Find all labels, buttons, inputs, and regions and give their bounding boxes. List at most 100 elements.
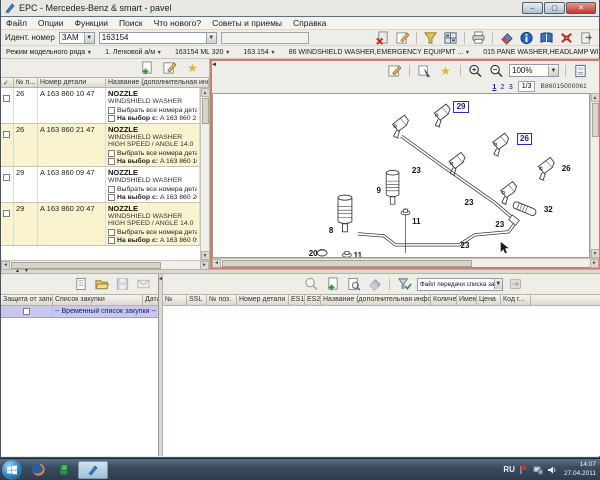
collapse-panel-icon[interactable]: ◄ bbox=[211, 62, 217, 68]
select-all-checkbox[interactable] bbox=[108, 186, 115, 193]
export-icon[interactable] bbox=[578, 30, 595, 45]
diagram-callout-23[interactable]: 23 bbox=[495, 221, 504, 229]
breadcrumb-item-0[interactable]: Режим модельного ряда ▼ bbox=[6, 49, 92, 56]
maximize-button[interactable]: ▢ bbox=[544, 2, 565, 14]
breadcrumb-item-4[interactable]: 86 WINDSHIELD WASHER,EMERGENCY EQUIPMT .… bbox=[289, 49, 471, 56]
taskbar-firefox-icon[interactable] bbox=[26, 461, 50, 479]
menu-item-3[interactable]: Поиск bbox=[119, 18, 143, 28]
diagram-vertical-scrollbar[interactable]: ▲ ▼ bbox=[590, 93, 599, 258]
taskbar-epc-button[interactable] bbox=[78, 461, 108, 479]
breadcrumb-item-2[interactable]: 163154 ML 320 ▼ bbox=[175, 49, 230, 56]
diagram-callout-11[interactable]: 11 bbox=[412, 218, 420, 226]
part-row[interactable]: 29A 163 860 09 47NOZZLEWINDSHIELD WASHER… bbox=[1, 167, 200, 203]
part-select-checkbox[interactable] bbox=[3, 131, 10, 138]
alternative-checkbox[interactable] bbox=[108, 115, 115, 122]
select-all-checkbox[interactable] bbox=[108, 229, 115, 236]
shopping-list-row[interactable]: -- Временный список закупки -- bbox=[1, 306, 158, 318]
new-list-icon[interactable] bbox=[72, 277, 89, 292]
mail-list-icon[interactable] bbox=[135, 277, 152, 292]
scroll-thumb[interactable] bbox=[11, 262, 161, 269]
menu-item-6[interactable]: Справка bbox=[293, 18, 326, 28]
transfer-icon[interactable] bbox=[507, 277, 524, 292]
edit-note-icon[interactable] bbox=[386, 63, 403, 78]
ident-type-select[interactable]: ЗАМ▼ bbox=[59, 32, 95, 44]
diagram-callout-32[interactable]: 32 bbox=[544, 206, 553, 214]
add-item-icon[interactable] bbox=[324, 277, 341, 292]
info-icon[interactable] bbox=[518, 30, 535, 45]
print-icon[interactable] bbox=[470, 30, 487, 45]
select-all-checkbox[interactable] bbox=[108, 150, 115, 157]
scroll-thumb[interactable] bbox=[202, 98, 209, 124]
eraser-icon[interactable] bbox=[498, 30, 515, 45]
menu-item-0[interactable]: Файл bbox=[6, 18, 27, 28]
menu-item-2[interactable]: Функции bbox=[75, 18, 109, 28]
erase-item-icon[interactable] bbox=[366, 277, 383, 292]
breadcrumb-item-3[interactable]: 163.154 ▼ bbox=[243, 49, 275, 56]
diagram-horizontal-scrollbar[interactable]: ◄ ► bbox=[212, 258, 599, 267]
filter-icon[interactable] bbox=[422, 30, 439, 45]
manual-icon[interactable] bbox=[538, 30, 555, 45]
add-part-icon[interactable] bbox=[138, 61, 155, 76]
diagram-callout-8[interactable]: 8 bbox=[329, 227, 333, 235]
part-row[interactable]: 26A 163 860 21 47NOZZLEWINDSHIELD WASHER… bbox=[1, 124, 200, 167]
edit-note-icon[interactable] bbox=[161, 61, 178, 76]
pick-image-icon[interactable] bbox=[416, 63, 433, 78]
diagram-callout-20[interactable]: 20 bbox=[309, 250, 318, 258]
close-button[interactable]: ✕ bbox=[566, 2, 596, 14]
tools-icon[interactable] bbox=[558, 30, 575, 45]
title-bar[interactable]: EPC - Mercedes-Benz & smart - pavel – ▢ … bbox=[1, 0, 599, 17]
start-button[interactable] bbox=[2, 460, 22, 480]
select-all-checkbox[interactable] bbox=[108, 107, 115, 114]
taskbar-clock[interactable]: 14:07 27.04.2011 bbox=[561, 461, 596, 477]
scroll-right-icon[interactable]: ► bbox=[590, 259, 599, 268]
diagram-callout-23[interactable]: 23 bbox=[412, 167, 421, 175]
zoom-level-select[interactable]: 100%▼ bbox=[509, 64, 559, 77]
part-select-checkbox[interactable] bbox=[3, 95, 10, 102]
part-select-checkbox[interactable] bbox=[3, 210, 10, 217]
scroll-down-icon[interactable]: ▼ bbox=[591, 249, 600, 258]
open-list-icon[interactable] bbox=[93, 277, 110, 292]
parts-vertical-scrollbar[interactable]: ▲ ▼ bbox=[200, 88, 209, 260]
page-link-1[interactable]: 1 bbox=[492, 82, 496, 91]
breadcrumb-item-1[interactable]: 1. Легковой а/м ▼ bbox=[105, 49, 162, 56]
alternative-checkbox[interactable] bbox=[108, 237, 115, 244]
parts-horizontal-scrollbar[interactable]: ◄ ► bbox=[1, 260, 209, 269]
menu-item-4[interactable]: Что нового? bbox=[154, 18, 202, 28]
diagram-callout-11[interactable]: 11 bbox=[354, 252, 362, 258]
delete-note-icon[interactable] bbox=[374, 30, 391, 45]
language-indicator[interactable]: RU bbox=[503, 465, 515, 474]
page-link-2[interactable]: 2 bbox=[500, 82, 504, 91]
transfer-file-select[interactable]: Файл передачи списка закупки▼ bbox=[417, 278, 503, 291]
diagram-callout-23[interactable]: 23 bbox=[461, 242, 470, 250]
preview-page-icon[interactable] bbox=[572, 63, 589, 78]
tray-flag-icon[interactable] bbox=[519, 465, 529, 475]
scroll-left-icon[interactable]: ◄ bbox=[212, 259, 221, 268]
diagram-callout-23[interactable]: 23 bbox=[465, 199, 474, 207]
scroll-down-icon[interactable]: ▼ bbox=[201, 251, 210, 260]
part-select-checkbox[interactable] bbox=[3, 174, 10, 181]
parts-grid-icon[interactable] bbox=[442, 30, 459, 45]
taskbar-green-app-icon[interactable] bbox=[52, 461, 76, 479]
breadcrumb-item-5[interactable]: 015 PANE WASHER,HEADLAMP WIPER/WASHER ▼ bbox=[483, 49, 599, 56]
vertical-splitter[interactable]: ◄ bbox=[159, 274, 163, 456]
scroll-thumb[interactable] bbox=[222, 260, 472, 267]
tray-volume-icon[interactable] bbox=[547, 465, 557, 475]
alternative-checkbox[interactable] bbox=[108, 194, 115, 201]
edit-note-icon[interactable] bbox=[394, 30, 411, 45]
transfer-filter-icon[interactable] bbox=[396, 277, 413, 292]
scroll-up-icon[interactable]: ▲ bbox=[591, 93, 600, 102]
parts-diagram[interactable]: 29 26 26 23 23 9 11 8 20 11 23 23 32 bbox=[212, 93, 590, 258]
diagram-callout-29[interactable]: 29 bbox=[453, 101, 469, 113]
diagram-callout-26[interactable]: 26 bbox=[517, 133, 533, 145]
save-list-icon[interactable] bbox=[114, 277, 131, 292]
diagram-callout-9[interactable]: 9 bbox=[376, 187, 380, 195]
search-icon[interactable] bbox=[303, 277, 320, 292]
zoom-in-icon[interactable] bbox=[467, 63, 484, 78]
part-row[interactable]: 26A 163 860 10 47NOZZLEWINDSHIELD WASHER… bbox=[1, 88, 200, 124]
zoom-out-icon[interactable] bbox=[488, 63, 505, 78]
menu-item-1[interactable]: Опции bbox=[38, 18, 64, 28]
part-row[interactable]: 29A 163 860 20 47NOZZLEWINDSHIELD WASHER… bbox=[1, 203, 200, 246]
ident-extra-input[interactable] bbox=[221, 32, 309, 44]
diagram-callout-26[interactable]: 26 bbox=[562, 165, 571, 173]
minimize-button[interactable]: – bbox=[522, 2, 543, 14]
